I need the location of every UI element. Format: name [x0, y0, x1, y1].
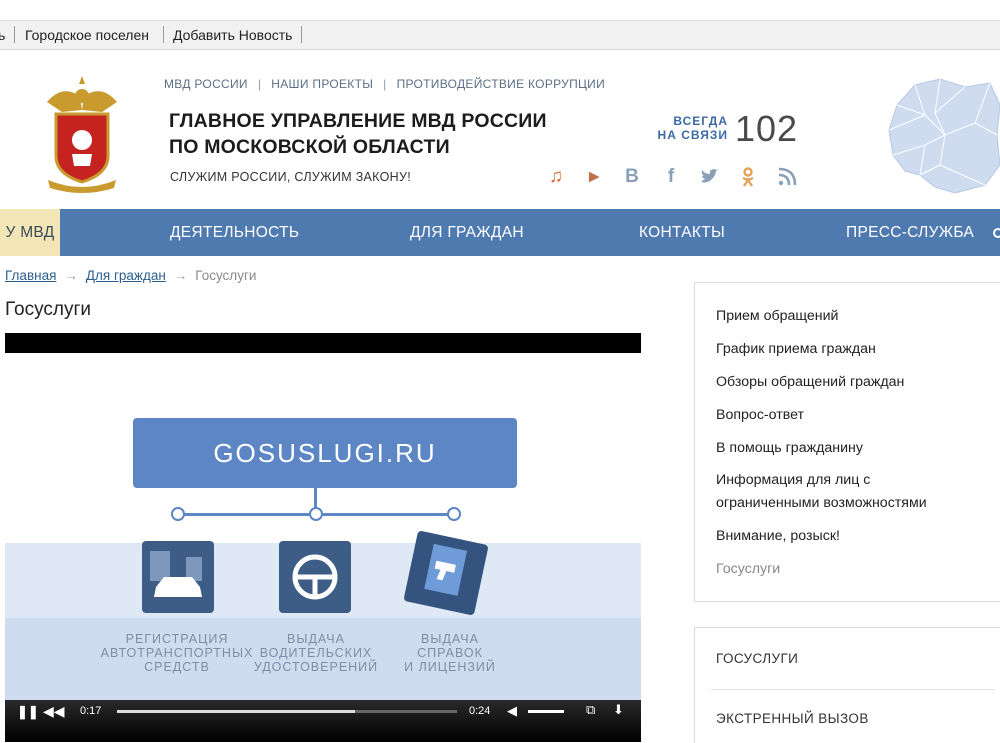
caption-line: СРЕДСТВ: [144, 660, 210, 674]
bookmark-item[interactable]: Добавить Новость: [173, 27, 292, 43]
bookmark-separator: [14, 26, 15, 43]
breadcrumb-current: Госуслуги: [195, 268, 257, 283]
title-line-1: ГЛАВНОЕ УПРАВЛЕНИЕ МВД РОССИИ: [169, 110, 547, 132]
bookmark-item[interactable]: ь: [0, 27, 5, 43]
odnoklassniki-icon[interactable]: [737, 166, 759, 188]
breadcrumb-arrow: →: [173, 268, 188, 283]
breadcrumb-arrow: →: [64, 268, 78, 283]
breadcrumb-home[interactable]: Главная: [5, 268, 56, 283]
video-frame: GOSUSLUGI.RU РЕГИСТРАЦИЯ АВТОТРАНСПОРТНЫ…: [5, 353, 641, 713]
nav-item-contacts[interactable]: КОНТАКТЫ: [639, 209, 725, 256]
caption-line: РЕГИСТРАЦИЯ: [125, 632, 229, 646]
volume-slider[interactable]: [528, 710, 564, 713]
bookmark-item[interactable]: Городское поселен: [25, 27, 149, 43]
sidebar-menu: Прием обращений График приема граждан Об…: [694, 282, 1000, 602]
main-nav: У МВД ДЕЯТЕЛЬНОСТЬ ДЛЯ ГРАЖДАН КОНТАКТЫ …: [0, 209, 1000, 256]
download-icon[interactable]: ⬇: [613, 702, 624, 718]
breadcrumb-section[interactable]: Для граждан: [86, 268, 166, 283]
caption-certificates: ВЫДАЧА СПРАВОК И ЛИЦЕНЗИЙ: [385, 632, 515, 674]
pause-icon[interactable]: ❚❚: [17, 704, 39, 720]
sidebar-block-gosuslugi[interactable]: ГОСУСЛУГИ: [716, 651, 798, 666]
hotline-label-line1: ВСЕГДА: [673, 114, 728, 128]
moscow-region-map[interactable]: [885, 75, 1000, 195]
nav-item-about[interactable]: У МВД: [0, 209, 60, 256]
bookmark-separator: [163, 26, 164, 43]
sidebar-item-appeals[interactable]: Прием обращений: [716, 305, 839, 328]
youtube-music-icon[interactable]: ♫: [545, 166, 567, 188]
top-links: МВД РОССИИ | НАШИ ПРОЕКТЫ | ПРОТИВОДЕЙСТВИЕ …: [164, 77, 605, 91]
sidebar-item-schedule[interactable]: График приема граждан: [716, 338, 876, 361]
police-emblem-icon[interactable]: [42, 74, 122, 194]
caption-line: СПРАВОК: [417, 646, 483, 660]
motto: СЛУЖИМ РОССИИ, СЛУЖИМ ЗАКОНУ!: [170, 170, 411, 184]
divider: [711, 689, 995, 690]
fullscreen-icon[interactable]: ⧉: [586, 702, 595, 718]
caption-line: ВЫДАЧА: [421, 632, 479, 646]
nav-item-activity[interactable]: ДЕЯТЕЛЬНОСТЬ: [170, 209, 299, 256]
sidebar-block-emergency[interactable]: ЭКСТРЕННЫЙ ВЫЗОВ: [716, 711, 869, 726]
top-link-anticorruption[interactable]: ПРОТИВОДЕЙСТВИЕ КОРРУПЦИИ: [397, 77, 605, 91]
bookmark-separator: [301, 26, 302, 43]
caption-registration: РЕГИСТРАЦИЯ АВТОТРАНСПОРТНЫХ СРЕДСТВ: [97, 632, 257, 674]
gosuslugi-banner-text: GOSUSLUGI.RU: [213, 438, 437, 468]
browser-top-strip: [0, 0, 1000, 21]
hotline-label-line2: НА СВЯЗИ: [657, 128, 728, 142]
vk-icon[interactable]: B: [621, 166, 643, 188]
license-document-icon: [403, 530, 489, 616]
rewind-icon[interactable]: ◀◀: [43, 703, 65, 720]
search-icon[interactable]: [992, 209, 1000, 256]
top-link-projects[interactable]: НАШИ ПРОЕКТЫ: [271, 77, 373, 91]
nav-item-citizens[interactable]: ДЛЯ ГРАЖДАН: [410, 209, 524, 256]
sidebar-item-accessibility-line2: ограниченными возможностями: [716, 495, 927, 511]
progress-fill: [117, 710, 355, 713]
top-link-mvd[interactable]: МВД РОССИИ: [164, 77, 248, 91]
sidebar-item-reviews[interactable]: Обзоры обращений граждан: [716, 371, 904, 394]
gosuslugi-banner: GOSUSLUGI.RU: [133, 418, 517, 488]
volume-icon[interactable]: ◀: [507, 703, 517, 719]
breadcrumb: Главная → Для граждан → Госуслуги: [5, 268, 256, 283]
play-icon[interactable]: ▸: [583, 166, 605, 188]
organization-title[interactable]: ГЛАВНОЕ УПРАВЛЕНИЕ МВД РОССИИ ПО МОСКОВС…: [169, 108, 547, 160]
caption-line: ВЫДАЧА: [287, 632, 345, 646]
page-title: Госуслуги: [5, 299, 92, 320]
sidebar-item-accessibility[interactable]: Информация для лиц с ограниченными возмо…: [716, 469, 927, 515]
hotline-label: ВСЕГДА НА СВЯЗИ: [655, 114, 728, 142]
twitter-icon[interactable]: [698, 166, 720, 188]
video-player[interactable]: GOSUSLUGI.RU РЕГИСТРАЦИЯ АВТОТРАНСПОРТНЫ…: [5, 333, 641, 742]
sidebar-item-accessibility-line1: Информация для лиц с: [716, 472, 871, 488]
car-registration-icon: [142, 541, 214, 613]
current-time: 0:17: [80, 705, 102, 717]
steering-wheel-icon: [279, 541, 351, 613]
facebook-icon[interactable]: f: [660, 166, 682, 188]
sidebar-block: ГОСУСЛУГИ ЭКСТРЕННЫЙ ВЫЗОВ: [694, 627, 1000, 743]
caption-line: И ЛИЦЕНЗИЙ: [404, 660, 496, 674]
connector-dot: [447, 507, 461, 521]
caption-line: ВОДИТЕЛЬСКИХ: [259, 646, 373, 660]
total-time: 0:24: [469, 705, 491, 717]
title-line-2: ПО МОСКОВСКОЙ ОБЛАСТИ: [169, 136, 450, 158]
sidebar-item-faq[interactable]: Вопрос-ответ: [716, 404, 804, 427]
caption-line: УДОСТОВЕРЕНИЙ: [253, 660, 379, 674]
sidebar-item-gosuslugi[interactable]: Госуслуги: [716, 558, 780, 581]
separator: |: [257, 77, 262, 91]
bookmarks-bar: ь Городское поселен Добавить Новость: [0, 21, 1000, 50]
nav-item-press[interactable]: ПРЕСС-СЛУЖБА: [846, 209, 974, 256]
sidebar-item-help[interactable]: В помощь гражданину: [716, 437, 863, 460]
separator: |: [383, 77, 387, 91]
hotline-number: 102: [735, 108, 799, 149]
progress-bar[interactable]: [117, 710, 457, 713]
caption-line: АВТОТРАНСПОРТНЫХ: [100, 646, 254, 660]
connector-dot: [171, 507, 185, 521]
caption-licenses-driving: ВЫДАЧА ВОДИТЕЛЬСКИХ УДОСТОВЕРЕНИЙ: [249, 632, 383, 674]
sidebar-item-wanted[interactable]: Внимание, розыск!: [716, 525, 840, 548]
rss-icon[interactable]: [776, 166, 798, 188]
connector-dot: [309, 507, 323, 521]
